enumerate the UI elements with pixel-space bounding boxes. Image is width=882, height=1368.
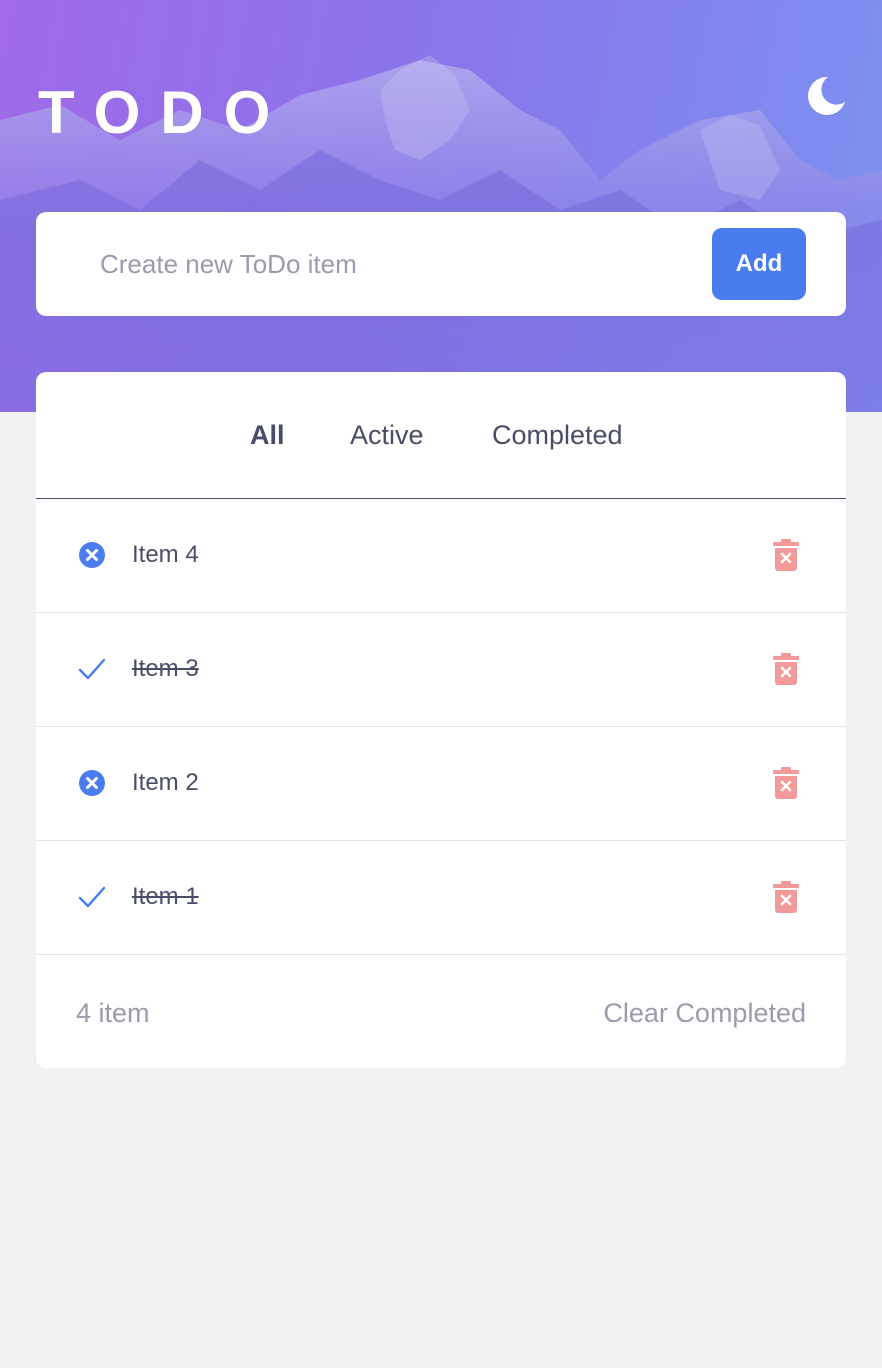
todo-item: Item 1 [36,841,846,955]
trash-icon[interactable] [773,653,799,685]
add-button[interactable]: Add [712,228,806,300]
moon-icon [807,76,845,115]
todo-item: Item 3 [36,613,846,727]
tab-all[interactable]: All [250,418,285,452]
filter-tabs: All Active Completed [36,372,846,499]
items-left-count: 4 item [76,998,150,1028]
new-item-form: Add [36,212,846,316]
todo-item-label[interactable]: Item 1 [132,881,199,913]
tab-completed[interactable]: Completed [492,418,623,452]
todo-item-label[interactable]: Item 2 [132,767,199,799]
checkmark-icon[interactable] [78,883,106,911]
app-title: TODO [38,79,291,146]
new-item-input[interactable] [100,242,690,286]
todo-list-card: All Active Completed Item 4 Item 3 Item … [36,372,846,1068]
trash-icon[interactable] [773,539,799,571]
x-circle-icon[interactable] [78,541,106,569]
clear-completed-button[interactable]: Clear Completed [603,996,806,1030]
todo-item: Item 2 [36,727,846,841]
header-background: TODO [0,0,882,412]
mountain-background-image [0,55,882,412]
todo-item-label[interactable]: Item 3 [132,653,199,685]
list-footer: 4 item Clear Completed [36,956,846,1068]
checkmark-icon[interactable] [78,655,106,683]
trash-icon[interactable] [773,881,799,913]
todo-item: Item 4 [36,499,846,613]
trash-icon[interactable] [773,767,799,799]
tab-active[interactable]: Active [350,418,424,452]
x-circle-icon[interactable] [78,769,106,797]
theme-toggle-button[interactable] [800,72,848,120]
todo-item-label[interactable]: Item 4 [132,539,199,571]
